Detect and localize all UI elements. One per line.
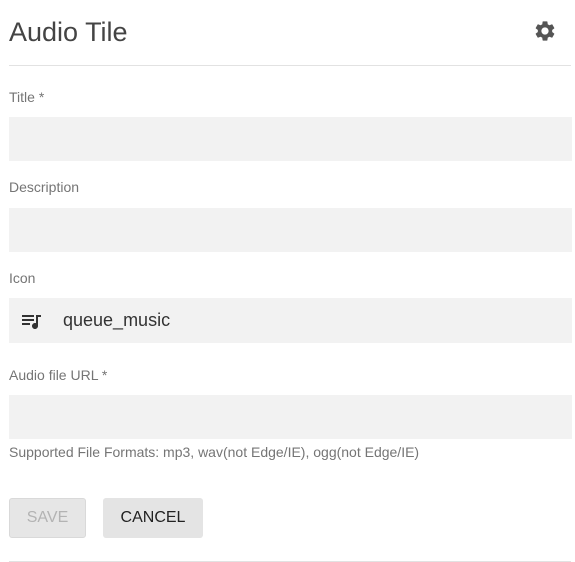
- description-label: Description: [9, 179, 80, 195]
- tile-editor-header: Audio Tile: [0, 0, 575, 66]
- settings-button[interactable]: [532, 20, 558, 46]
- save-button[interactable]: SAVE: [9, 498, 86, 538]
- icon-picker-field[interactable]: queue_music: [9, 298, 572, 343]
- gear-icon: [533, 19, 557, 48]
- cancel-button[interactable]: CANCEL: [103, 498, 203, 538]
- queue-music-icon: [19, 309, 43, 333]
- icon-value: queue_music: [63, 310, 171, 330]
- title-input[interactable]: [9, 117, 572, 161]
- audio-url-label: Audio file URL *: [9, 367, 108, 383]
- audio-url-input[interactable]: [9, 395, 572, 439]
- header-divider: [9, 65, 571, 66]
- page-title: Audio Tile: [9, 17, 128, 47]
- icon-label: Icon: [9, 270, 36, 286]
- supported-formats-hint: Supported File Formats: mp3, wav(not Edg…: [9, 444, 420, 460]
- description-input[interactable]: [9, 208, 572, 252]
- title-label: Title *: [9, 89, 45, 105]
